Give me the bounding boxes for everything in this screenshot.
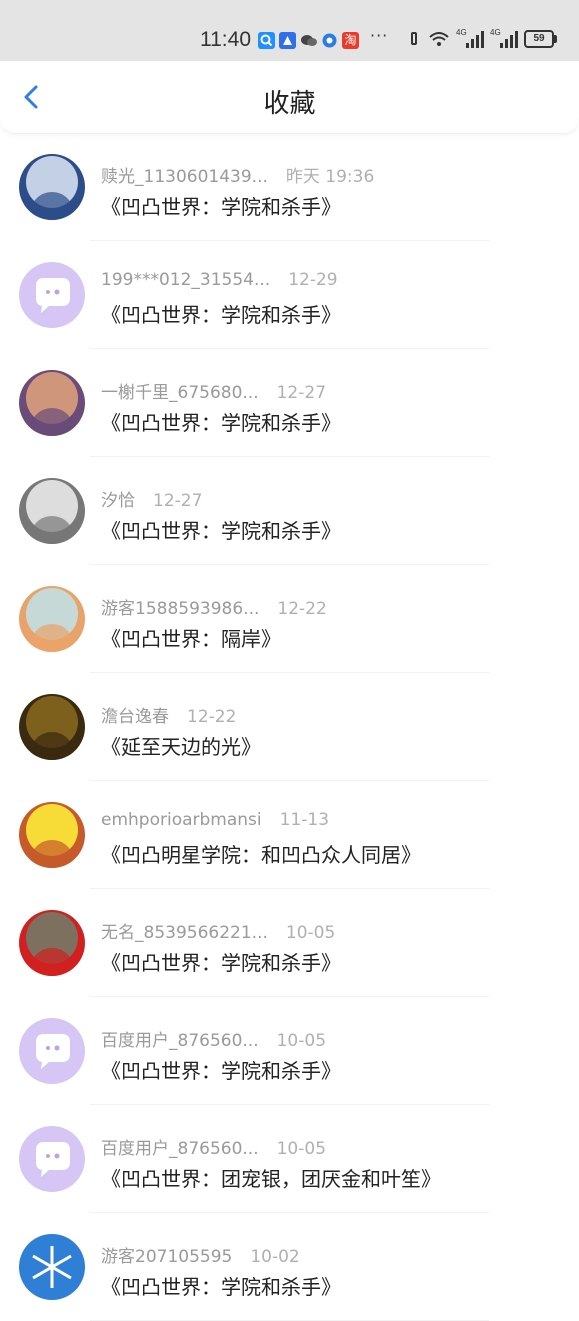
favorite-list-item[interactable]: 澹台逸春 12-22 《延至天边的光》 [0,673,579,781]
item-meta: 一榭千里_675680... 12-27 [101,378,326,403]
item-time: 12-29 [288,270,338,290]
favorite-list-item[interactable]: 赎光_1130601439... 昨天 19:36 《凹凸世界：学院和杀手》 [0,133,579,241]
favorite-list-item[interactable]: 199***012_31554... 12-29 《凹凸世界：学院和杀手》 [0,241,579,349]
work-title: 《凹凸世界：学院和杀手》 [101,519,341,543]
work-title: 《凹凸世界：学院和杀手》 [101,951,341,975]
work-title: 《凹凸世界：隔岸》 [101,627,281,651]
user-avatar[interactable] [19,262,85,328]
user-avatar[interactable] [19,910,85,976]
system-status: 4G 4G 59 [406,28,557,50]
username: 199***012_31554... [101,270,271,290]
item-time: 12-22 [187,707,237,727]
wifi-icon [428,30,450,48]
user-avatar[interactable] [19,586,85,652]
item-time: 10-02 [250,1247,300,1267]
username: 游客207105595 [101,1247,233,1267]
item-time: 11-13 [279,810,330,830]
user-avatar[interactable] [19,1126,85,1192]
item-time: 昨天 19:36 [285,167,375,187]
item-meta: 游客207105595 10-02 [101,1242,300,1267]
favorite-list-item[interactable]: 汐恰 12-27 《凹凸世界：学院和杀手》 [0,457,579,565]
user-avatar[interactable] [19,478,85,544]
username: 赎光_1130601439... [101,167,268,187]
browser-icon [321,32,338,49]
user-avatar[interactable] [19,1234,85,1300]
item-meta: 百度用户_876560... 10-05 [101,1026,326,1051]
user-avatar[interactable] [19,154,85,220]
work-title: 《凹凸明星学院：和凹凸众人同居》 [101,843,421,867]
username: 汐恰 [101,491,135,511]
username: 无名_8539566221... [101,923,268,943]
item-time: 12-27 [276,383,327,403]
favorite-list-item[interactable]: 游客207105595 10-02 《凹凸世界：学院和杀手》 [0,1213,579,1321]
favorite-list-item[interactable]: emhporioarbmansi 11-13 《凹凸明星学院：和凹凸众人同居》 [0,781,579,889]
item-time: 10-05 [276,1139,327,1159]
item-meta: 澹台逸春 12-22 [101,702,236,727]
status-time: 11:40 [200,28,251,51]
favorite-list-item[interactable]: 无名_8539566221... 10-05 《凹凸世界：学院和杀手》 [0,889,579,997]
drive-app-icon [279,31,296,49]
user-avatar[interactable] [19,802,85,868]
item-meta: 游客1588593986... 12-22 [101,594,327,619]
item-meta: 199***012_31554... 12-29 [101,270,338,290]
notification-icons: 淘 [258,30,359,50]
vibrate-icon [406,30,422,48]
favorite-list-item[interactable]: 游客1588593986... 12-22 《凹凸世界：隔岸》 [0,565,579,673]
work-title: 《凹凸世界：团宠银，团厌金和叶笙》 [101,1167,441,1191]
favorite-list-item[interactable]: 一榭千里_675680... 12-27 《凹凸世界：学院和杀手》 [0,349,579,457]
more-notifications-icon: ··· [370,26,389,45]
search-app-icon [258,31,275,49]
page-title: 收藏 [263,89,316,119]
user-avatar[interactable] [19,694,85,760]
work-title: 《凹凸世界：学院和杀手》 [101,195,341,219]
item-meta: 百度用户_876560... 10-05 [101,1134,326,1159]
battery-icon: 59 [524,30,557,48]
username: 一榭千里_675680... [101,383,259,403]
favorite-list-item[interactable]: 百度用户_876560... 10-05 《凹凸世界：团宠银，团厌金和叶笙》 [0,1105,579,1213]
taobao-icon: 淘 [342,31,359,49]
signal-icon: 4G [490,28,518,48]
item-time: 10-05 [276,1031,327,1051]
status-bar: 11:40 淘 ··· 4G 4G 59 [0,0,579,61]
user-avatar[interactable] [19,370,85,436]
wechat-icon [300,32,317,49]
signal-icon: 4G [456,28,484,48]
user-avatar[interactable] [19,1018,85,1084]
work-title: 《延至天边的光》 [101,735,261,759]
username: 游客1588593986... [101,599,260,619]
favorite-list-item[interactable]: 百度用户_876560... 10-05 《凹凸世界：学院和杀手》 [0,997,579,1105]
favorites-list: 赎光_1130601439... 昨天 19:36 《凹凸世界：学院和杀手》 19… [0,133,579,1321]
item-time: 10-05 [285,923,336,943]
work-title: 《凹凸世界：学院和杀手》 [101,303,341,327]
username: 澹台逸春 [101,707,169,727]
work-title: 《凹凸世界：学院和杀手》 [101,1059,341,1083]
app-header: 收藏 [0,61,579,134]
username: 百度用户_876560... [101,1139,259,1159]
username: emhporioarbmansi [101,810,262,830]
item-meta: 汐恰 12-27 [101,486,202,511]
item-meta: emhporioarbmansi 11-13 [101,810,329,830]
work-title: 《凹凸世界：学院和杀手》 [101,1275,341,1299]
item-meta: 无名_8539566221... 10-05 [101,918,335,943]
username: 百度用户_876560... [101,1031,259,1051]
item-time: 12-22 [277,599,327,619]
work-title: 《凹凸世界：学院和杀手》 [101,411,341,435]
item-time: 12-27 [153,491,203,511]
item-meta: 赎光_1130601439... 昨天 19:36 [101,162,374,187]
